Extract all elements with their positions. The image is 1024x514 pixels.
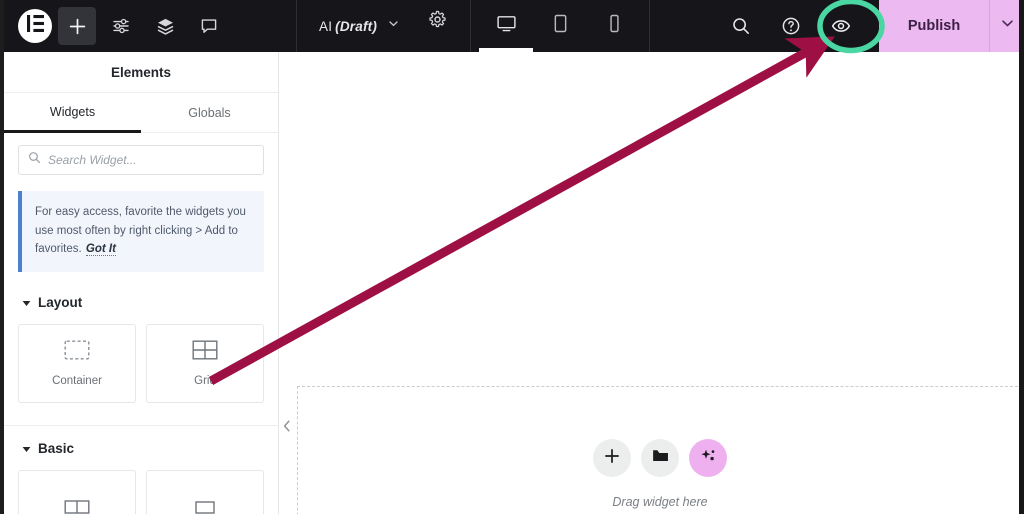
inner-section-icon bbox=[64, 497, 90, 514]
desktop-monitor-icon bbox=[496, 13, 517, 39]
ai-generate-button[interactable] bbox=[689, 439, 727, 477]
document-indicator[interactable]: AI (Draft) bbox=[297, 0, 416, 52]
window-right-edge bbox=[1019, 0, 1024, 514]
section-title: Basic bbox=[38, 441, 75, 457]
caret-down-icon bbox=[22, 440, 31, 458]
help-button[interactable] bbox=[771, 6, 811, 46]
elementor-logo-button[interactable] bbox=[18, 9, 52, 43]
comment-bubble-icon bbox=[200, 17, 218, 35]
preview-changes-button[interactable] bbox=[821, 6, 861, 46]
search-box[interactable] bbox=[18, 145, 264, 175]
widget-grid-basic bbox=[4, 458, 278, 514]
chevron-down-icon bbox=[999, 15, 1016, 37]
device-tab-desktop[interactable] bbox=[479, 0, 534, 52]
tab-widgets[interactable]: Widgets bbox=[4, 93, 141, 133]
page-title: Elements bbox=[110, 64, 172, 80]
widget-label: Container bbox=[52, 374, 102, 387]
gear-icon bbox=[428, 10, 447, 29]
elementor-logo-icon bbox=[26, 14, 45, 38]
question-mark-circle-icon bbox=[781, 16, 801, 36]
document-name: AI bbox=[319, 18, 333, 34]
notice-text: For easy access, favorite the widgets yo… bbox=[35, 206, 246, 256]
chevron-left-icon bbox=[283, 419, 291, 437]
site-settings-button[interactable] bbox=[102, 7, 140, 45]
window-left-edge bbox=[0, 0, 4, 514]
empty-container-dropzone[interactable]: Drag widget here bbox=[297, 386, 1023, 514]
tablet-icon bbox=[550, 13, 571, 39]
document-state-badge: (Draft) bbox=[335, 18, 378, 34]
notes-comment-button[interactable] bbox=[190, 7, 228, 45]
dropzone-action-buttons bbox=[593, 439, 727, 477]
dropzone-content: Drag widget here bbox=[298, 439, 1022, 509]
section-title: Layout bbox=[38, 295, 83, 311]
widget-card-container[interactable]: Container bbox=[18, 323, 136, 403]
publish-group: Publish bbox=[879, 0, 1024, 52]
layers-icon bbox=[156, 17, 175, 36]
document-title: AI (Draft) bbox=[319, 19, 377, 34]
widget-search-wrap bbox=[4, 133, 278, 183]
chevron-down-icon[interactable] bbox=[387, 17, 400, 35]
search-icon bbox=[28, 151, 41, 169]
tab-globals[interactable]: Globals bbox=[141, 93, 278, 133]
caret-down-icon bbox=[22, 294, 31, 312]
widget-section-layout: Layout Container Grid bbox=[4, 294, 278, 403]
elements-panel: Elements Widgets Globals For easy access… bbox=[4, 52, 279, 514]
device-tab-tablet[interactable] bbox=[533, 0, 587, 52]
plus-icon bbox=[69, 18, 86, 35]
publish-button[interactable]: Publish bbox=[879, 0, 989, 52]
panel-section-divider bbox=[4, 424, 278, 426]
heading-icon bbox=[192, 497, 218, 514]
magnifier-icon bbox=[731, 16, 751, 36]
elementor-editor-window: AI (Draft) Publish Elements Widgets Glob… bbox=[0, 0, 1024, 514]
section-header-layout[interactable]: Layout bbox=[4, 294, 278, 312]
folder-icon bbox=[652, 448, 669, 468]
search-input[interactable] bbox=[48, 153, 254, 167]
editor-top-bar: AI (Draft) Publish bbox=[0, 0, 1024, 52]
plus-icon bbox=[604, 448, 620, 469]
top-bar-left-group bbox=[0, 0, 228, 52]
panel-tab-bar: Widgets Globals bbox=[4, 93, 278, 133]
favorites-hint-notice: For easy access, favorite the widgets yo… bbox=[18, 191, 264, 272]
panel-collapse-handle[interactable] bbox=[280, 415, 294, 441]
eye-preview-icon bbox=[830, 15, 852, 37]
sliders-icon bbox=[112, 17, 130, 35]
widget-label: Grid bbox=[194, 374, 216, 387]
widget-section-basic: Basic bbox=[4, 440, 278, 514]
mobile-phone-icon bbox=[604, 13, 625, 39]
ai-sparkles-icon bbox=[699, 447, 717, 470]
notice-got-it-link[interactable]: Got It bbox=[85, 243, 116, 257]
widget-card-grid[interactable]: Grid bbox=[146, 323, 264, 403]
editor-canvas: Drag widget here bbox=[280, 52, 1024, 514]
grid-four-cell-icon bbox=[192, 340, 218, 365]
responsive-device-switcher bbox=[471, 0, 649, 52]
device-tab-mobile[interactable] bbox=[587, 0, 641, 52]
dropzone-label: Drag widget here bbox=[612, 495, 708, 509]
container-dashed-rect-icon bbox=[64, 340, 90, 365]
add-new-element-button[interactable] bbox=[593, 439, 631, 477]
top-bar-right-group: Publish bbox=[721, 0, 1024, 52]
add-element-button[interactable] bbox=[58, 7, 96, 45]
widget-card-basic-1[interactable] bbox=[18, 469, 136, 514]
panel-header: Elements bbox=[4, 52, 278, 93]
section-header-basic[interactable]: Basic bbox=[4, 440, 278, 458]
finder-search-button[interactable] bbox=[721, 6, 761, 46]
widget-grid-layout: Container Grid bbox=[4, 312, 278, 403]
add-template-button[interactable] bbox=[641, 439, 679, 477]
page-settings-button[interactable] bbox=[418, 0, 456, 38]
widget-card-basic-2[interactable] bbox=[146, 469, 264, 514]
structure-layers-button[interactable] bbox=[146, 7, 184, 45]
